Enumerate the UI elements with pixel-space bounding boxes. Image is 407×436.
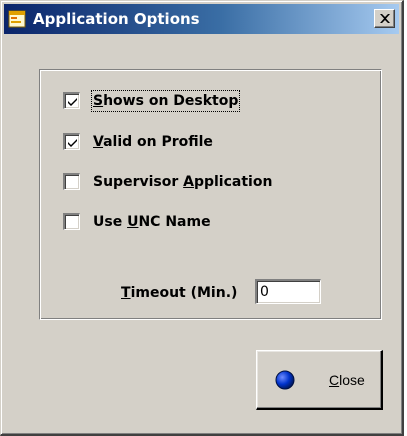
label-rest: imeout (Min.) — [130, 285, 238, 301]
title-close-button[interactable] — [374, 9, 395, 28]
checkbox-box[interactable] — [63, 92, 80, 109]
checkbox-label: Shows on Desktop — [90, 90, 241, 112]
checkbox-label: Use UNC Name — [93, 214, 211, 230]
checkbox-label: Supervisor Application — [93, 174, 273, 190]
close-x-icon — [380, 14, 390, 23]
label-start: Use — [93, 214, 128, 230]
window-title: Application Options — [33, 10, 200, 28]
close-button[interactable]: Close — [256, 350, 383, 410]
checkbox-label: Valid on Profile — [93, 134, 213, 150]
application-options-dialog: Application Options Shows on Desktop Val… — [0, 0, 404, 436]
label-rest: lose — [339, 372, 365, 388]
timeout-label: Timeout (Min.) — [121, 285, 238, 301]
label-rest: alid on Profile — [103, 134, 213, 150]
timeout-input[interactable] — [255, 279, 321, 304]
checkbox-box[interactable] — [63, 173, 80, 190]
title-bar[interactable]: Application Options — [4, 4, 399, 34]
label-start: Supervisor — [93, 174, 184, 190]
label-rest: NC Name — [138, 214, 211, 230]
close-button-label: Close — [329, 372, 365, 388]
app-window-icon — [8, 10, 26, 28]
checkmark-icon — [68, 98, 77, 106]
checkmark-icon — [68, 139, 77, 147]
checkbox-box[interactable] — [63, 213, 80, 230]
label-rest: pplication — [193, 174, 273, 190]
checkbox-box[interactable] — [63, 133, 80, 150]
blue-dot-icon — [275, 370, 295, 390]
label-rest: hows on Desktop — [103, 93, 239, 109]
